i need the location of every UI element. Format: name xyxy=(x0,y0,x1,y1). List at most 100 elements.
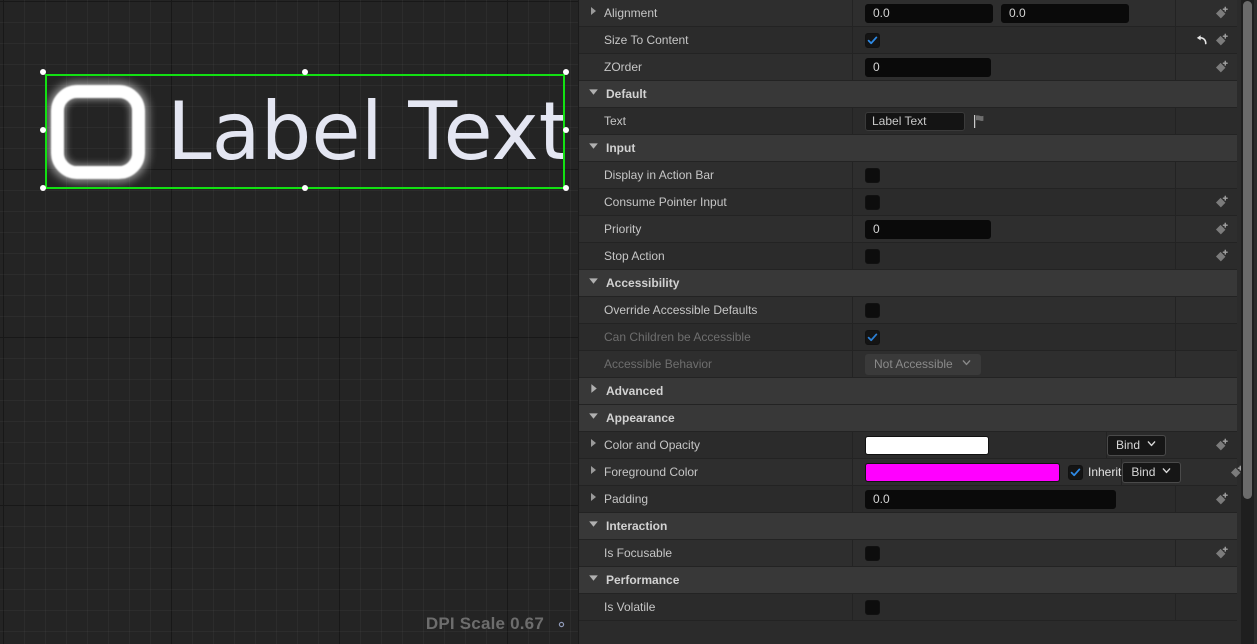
property-action-cell xyxy=(1176,324,1237,350)
checkbox-override-accessible-defaults[interactable] xyxy=(865,302,880,318)
resize-handle-middle-right[interactable] xyxy=(563,127,569,133)
gear-icon[interactable] xyxy=(553,616,570,633)
resize-handle-top-right[interactable] xyxy=(563,69,569,75)
property-value-cell xyxy=(853,297,1176,323)
property-row-consume-pointer-input: Consume Pointer Input xyxy=(579,189,1237,216)
property-value-cell xyxy=(853,0,1176,26)
details-scrollbar[interactable] xyxy=(1241,0,1254,644)
property-row-is-focusable: Is Focusable xyxy=(579,540,1237,567)
property-value-cell xyxy=(853,216,1176,242)
property-value-cell xyxy=(853,54,1176,80)
property-value-cell xyxy=(853,162,1176,188)
property-label: Text xyxy=(604,114,627,128)
property-label: Foreground Color xyxy=(604,465,699,479)
inherit-label: Inherit xyxy=(1088,465,1122,479)
chevron-down-icon[interactable] xyxy=(587,517,606,535)
add-keyframe-icon[interactable] xyxy=(1214,492,1229,507)
checkbox-display-in-action-bar[interactable] xyxy=(865,167,880,183)
chevron-down-icon xyxy=(1146,438,1157,452)
bind-button-foreground-color[interactable]: Bind xyxy=(1122,461,1182,483)
category-header-accessibility[interactable]: Accessibility xyxy=(579,270,1237,297)
input-alignment-x[interactable] xyxy=(865,3,993,23)
category-header-interaction[interactable]: Interaction xyxy=(579,513,1237,540)
resize-handle-top-left[interactable] xyxy=(40,69,46,75)
resize-handle-bottom-right[interactable] xyxy=(563,185,569,191)
property-label: Display in Action Bar xyxy=(604,168,715,182)
chevron-down-icon[interactable] xyxy=(587,139,606,157)
property-row-can-children-be-accessible: Can Children be Accessible xyxy=(579,324,1237,351)
property-row-stop-action: Stop Action xyxy=(579,243,1237,270)
expander-arrow-icon[interactable] xyxy=(587,4,604,22)
property-action-cell xyxy=(1176,189,1237,215)
property-name-cell: Size To Content xyxy=(579,27,853,53)
property-value-cell xyxy=(853,594,1176,620)
category-header-advanced[interactable]: Advanced xyxy=(579,378,1237,405)
add-keyframe-icon[interactable] xyxy=(1214,195,1229,210)
input-padding[interactable] xyxy=(865,489,1116,509)
resize-handle-bottom-left[interactable] xyxy=(40,185,46,191)
add-keyframe-icon[interactable] xyxy=(1214,6,1229,21)
expander-arrow-icon[interactable] xyxy=(587,490,604,508)
combo-accessible-behavior: Not Accessible xyxy=(865,353,981,375)
localization-flag-icon[interactable] xyxy=(973,114,986,129)
checkbox-is-focusable[interactable] xyxy=(865,545,880,561)
reset-to-default-icon[interactable] xyxy=(1194,34,1208,47)
bind-button-color-and-opacity[interactable]: Bind xyxy=(1106,434,1166,456)
property-name-cell: Consume Pointer Input xyxy=(579,189,853,215)
details-scrollbar-thumb[interactable] xyxy=(1243,1,1252,499)
property-action-cell xyxy=(1176,432,1237,458)
selected-widget[interactable]: Label Text xyxy=(40,69,569,191)
color-swatch-foreground-color[interactable] xyxy=(865,462,1060,482)
property-label: Alignment xyxy=(604,6,658,20)
expander-arrow-icon[interactable] xyxy=(587,436,604,454)
checkbox-is-volatile[interactable] xyxy=(865,599,880,615)
inherit-toggle[interactable]: Inherit xyxy=(1068,464,1122,480)
checkbox-stop-action[interactable] xyxy=(865,248,880,264)
property-label: Is Volatile xyxy=(604,600,656,614)
category-header-performance[interactable]: Performance xyxy=(579,567,1237,594)
expander-arrow-icon[interactable] xyxy=(587,463,604,481)
property-row-alignment: Alignment xyxy=(579,0,1237,27)
chevron-down-icon[interactable] xyxy=(587,274,606,292)
property-label: Color and Opacity xyxy=(604,438,701,452)
add-keyframe-icon[interactable] xyxy=(1214,546,1229,561)
checkbox-size-to-content[interactable] xyxy=(865,32,880,48)
property-name-cell: Is Volatile xyxy=(579,594,853,620)
chevron-right-icon[interactable] xyxy=(587,382,606,400)
property-label: Priority xyxy=(604,222,642,236)
bind-button-label: Bind xyxy=(1131,465,1156,479)
property-name-cell: Foreground Color xyxy=(579,459,853,485)
add-keyframe-icon[interactable] xyxy=(1214,60,1229,75)
resize-handle-middle-left[interactable] xyxy=(40,127,46,133)
chevron-down-icon[interactable] xyxy=(587,85,606,103)
chevron-down-icon[interactable] xyxy=(587,571,606,589)
input-zorder[interactable] xyxy=(865,57,991,77)
property-label: ZOrder xyxy=(604,60,643,74)
category-title: Accessibility xyxy=(606,276,680,290)
add-keyframe-icon[interactable] xyxy=(1214,249,1229,264)
chevron-down-icon[interactable] xyxy=(587,409,606,427)
category-header-appearance[interactable]: Appearance xyxy=(579,405,1237,432)
resize-handle-top-center[interactable] xyxy=(302,69,308,75)
property-label: Is Focusable xyxy=(604,546,673,560)
add-keyframe-icon[interactable] xyxy=(1214,222,1229,237)
property-row-override-accessible-defaults: Override Accessible Defaults xyxy=(579,297,1237,324)
category-header-default[interactable]: Default xyxy=(579,81,1237,108)
input-priority[interactable] xyxy=(865,219,991,239)
checkbox-consume-pointer-input[interactable] xyxy=(865,194,880,210)
color-swatch-color-and-opacity[interactable] xyxy=(865,435,989,455)
property-name-cell: Color and Opacity xyxy=(579,432,853,458)
property-value-cell: Not Accessible xyxy=(853,351,1176,377)
property-row-padding: Padding xyxy=(579,486,1237,513)
add-keyframe-icon[interactable] xyxy=(1214,438,1229,453)
input-text[interactable] xyxy=(865,111,965,131)
resize-handle-bottom-center[interactable] xyxy=(302,185,308,191)
category-header-input[interactable]: Input xyxy=(579,135,1237,162)
property-value-cell xyxy=(853,27,1176,53)
input-alignment-y[interactable] xyxy=(1001,3,1129,23)
checkbox-inherit[interactable] xyxy=(1068,464,1083,480)
property-row-display-in-action-bar: Display in Action Bar xyxy=(579,162,1237,189)
add-keyframe-icon[interactable] xyxy=(1214,33,1229,48)
property-name-cell: Display in Action Bar xyxy=(579,162,853,188)
design-canvas[interactable]: Label Text DPI Scale 0.67 xyxy=(0,0,578,644)
